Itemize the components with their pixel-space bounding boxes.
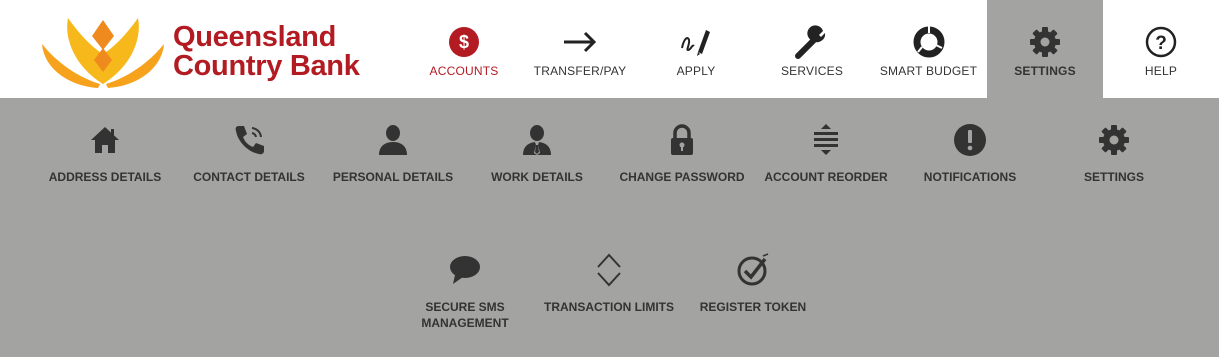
gear-icon [1030,27,1060,57]
svg-text:$: $ [459,32,469,52]
submenu-contact-details-label: CONTACT DETAILS [193,170,305,184]
bank-name: Queensland Country Bank [173,23,360,81]
lock-icon [671,124,693,155]
submenu-account-reorder-label: ACCOUNT REORDER [764,170,888,184]
reorder-icon [814,124,838,155]
question-circle-icon: ? [1145,26,1177,58]
submenu-notifications-label: NOTIFICATIONS [923,170,1017,184]
nav-services-label: SERVICES [780,64,844,78]
submenu-transaction-limits-label: TRANSACTION LIMITS [544,300,674,314]
nav-services[interactable]: SERVICES [754,0,870,98]
nav-transfer-pay[interactable]: TRANSFER/PAY [522,0,638,98]
home-icon [91,127,119,153]
nav-transfer-pay-label: TRANSFER/PAY [533,64,627,78]
exclamation-circle-icon [954,124,986,156]
wrench-icon [795,25,826,59]
bank-name-line1: Queensland [173,21,336,53]
dollar-icon: $ [449,27,479,57]
user-icon [379,125,407,155]
lotus-logo-icon [42,18,164,88]
arrow-right-icon [564,31,597,53]
top-navigation-bar: Queensland Country Bank $ ACCOUNTS TRANS… [0,0,1219,98]
signature-pen-icon [681,30,710,56]
nav-apply-label: APPLY [676,64,716,78]
nav-smart-budget[interactable]: SMART BUDGET [870,0,987,98]
phone-icon [235,126,264,155]
donut-chart-icon [913,26,944,58]
nav-apply[interactable]: APPLY [638,0,754,98]
speech-bubble-icon [450,256,480,284]
nav-accounts[interactable]: $ ACCOUNTS [406,0,522,98]
nav-help[interactable]: ? HELP [1103,0,1219,98]
submenu-work-details-label: WORK DETAILS [491,170,583,184]
bank-logo[interactable]: Queensland Country Bank [38,14,398,92]
submenu-change-password-label: CHANGE PASSWORD [619,170,745,184]
bank-name-line2: Country Bank [173,50,360,82]
svg-text:?: ? [1155,33,1167,54]
submenu-personal-details-label: PERSONAL DETAILS [332,170,454,184]
submenu-register-token-label: REGISTER TOKEN [699,300,807,314]
check-circle-token-icon [737,253,769,286]
nav-accounts-label: ACCOUNTS [429,64,499,78]
submenu-settings-label: SETTINGS [1083,170,1144,184]
nav-help-label: HELP [1144,64,1178,78]
gear-icon [1099,125,1129,155]
chevrons-up-down-icon [597,253,621,287]
nav-settings-label: SETTINGS [1014,64,1076,78]
submenu-address-details-label: ADDRESS DETAILS [48,170,162,184]
submenu-secure-sms-management-label: SECURE SMS MANAGEMENT [421,300,509,330]
user-tie-icon [523,125,551,155]
nav-smart-budget-label: SMART BUDGET [879,64,978,78]
nav-settings[interactable]: SETTINGS [987,0,1103,98]
settings-submenu: ADDRESS DETAILS CONTACT DETAILS PERSONAL… [0,98,1219,357]
